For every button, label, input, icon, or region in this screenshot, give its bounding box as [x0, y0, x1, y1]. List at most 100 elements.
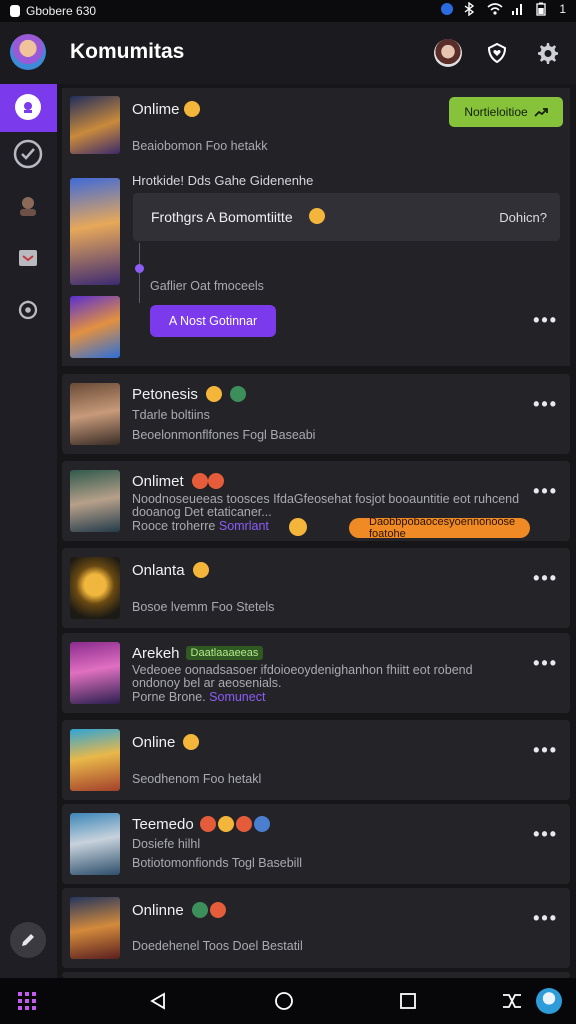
event-action[interactable]: Dohicn?	[499, 210, 547, 225]
rail-item-discover[interactable]	[8, 290, 48, 330]
more-options-button[interactable]: •••	[533, 310, 558, 331]
recents-square-icon	[400, 993, 416, 1009]
timeline-note: Gaflier Oat fmoceels	[150, 279, 264, 293]
post-text-line: ondonoy bel ar aeosenials.	[132, 676, 282, 690]
status-bar: Gbobere 630 1	[0, 0, 576, 22]
join-button[interactable]: A Nost Gotinnar	[150, 305, 276, 337]
app-icon	[441, 3, 454, 15]
event-label: Hrotkide! Dds Gahe Gidenenhe	[132, 173, 314, 188]
user-name-line: Online	[132, 734, 200, 751]
post-text-line: Vedeoee oonadsasoer ifdoioeoydenighanhon…	[132, 663, 473, 677]
compose-button[interactable]	[10, 922, 46, 958]
status-line: Dosiefe hilhl	[132, 837, 201, 851]
feed-card[interactable]: Onlanta Bosoe lvemm Foo Stetels •••	[62, 548, 570, 628]
feed-card-featured[interactable]: Onlime Nortieloitioe Beaiobomon Foo heta…	[62, 88, 570, 366]
event-title: Frothgrs A Bomomtiitte	[151, 209, 293, 225]
shuffle-icon	[503, 994, 521, 1008]
status-badge: Daatlaaaeeas	[185, 646, 264, 660]
notification-button-label: Nortieloitioe	[464, 105, 528, 119]
angry-emoji-icon	[191, 473, 208, 489]
feed-card[interactable]: Teemedo Dosiefe hilhl Botiotomonfionds T…	[62, 804, 570, 884]
post-link[interactable]: Somrlant	[219, 519, 269, 533]
pencil-icon	[22, 934, 34, 946]
notification-icon	[10, 5, 20, 17]
user-name: Onlanta	[132, 562, 185, 579]
feed-card[interactable]: Onlimet Noodnoseueeas toosces IfdaGfeose…	[62, 461, 570, 541]
profile-avatar[interactable]	[10, 34, 46, 70]
post-text-line: Noodnoseueeas toosces IfdaGfeosehat fosj…	[132, 492, 520, 506]
back-triangle-icon	[150, 992, 165, 1010]
status-line: Beaiobomon Foo hetakk	[132, 139, 268, 153]
more-options-button[interactable]: •••	[533, 568, 558, 589]
assistant-avatar[interactable]	[534, 986, 564, 1016]
app-header: Komumitas	[0, 22, 576, 84]
wink-emoji-icon	[205, 386, 222, 402]
notification-button[interactable]: Nortieloitioe	[449, 97, 563, 127]
avatar-thumbnail	[70, 729, 120, 791]
feed-card[interactable]: Online Seodhenom Foo hetakl •••	[62, 720, 570, 800]
post-meta-text: Porne Brone.	[132, 690, 206, 704]
wifi-icon	[487, 2, 503, 16]
more-options-button[interactable]: •••	[533, 824, 558, 845]
game-emoji-icon	[191, 902, 208, 918]
status-left-text: Gbobere 630	[26, 4, 97, 18]
smile-emoji-icon	[217, 816, 234, 832]
community-icon	[15, 94, 41, 120]
more-options-button[interactable]: •••	[533, 653, 558, 674]
settings-gear-icon[interactable]	[531, 37, 563, 69]
user-name: Online	[132, 734, 176, 751]
detail-line: Botiotomonfionds Togl Basebill	[132, 856, 303, 870]
more-options-button[interactable]: •••	[533, 394, 558, 415]
user-name: Teemedo	[132, 816, 194, 833]
user-name: Onlime	[132, 101, 180, 118]
post-link[interactable]: Somunect	[209, 690, 265, 704]
event-box[interactable]: Frothgrs A Bomomtiitte Dohicn?	[133, 193, 560, 241]
avatar-thumbnail	[70, 897, 120, 959]
rail-item-tasks[interactable]	[8, 134, 48, 174]
timeline-dot	[135, 264, 144, 273]
apps-grid-icon	[18, 992, 36, 1010]
status-line: Doedehenel Toos Doel Bestatil	[132, 939, 303, 953]
back-button[interactable]	[143, 986, 173, 1016]
rail-item-inbox[interactable]	[8, 238, 48, 278]
user-name: Arekeh	[132, 645, 180, 662]
game-thumbnail	[70, 296, 120, 358]
rail-item-community[interactable]	[0, 84, 57, 132]
post-meta-line: Porne Brone. Somunect	[132, 690, 265, 704]
trend-arrow-icon	[534, 108, 548, 117]
avatar-icon	[536, 988, 562, 1014]
post-meta-line: Rooce troherre Somrlant	[132, 519, 269, 533]
inbox-icon	[19, 250, 37, 266]
user-name-line: Teemedo	[132, 816, 270, 833]
more-options-button[interactable]: •••	[533, 481, 558, 502]
timeline-line	[139, 243, 140, 303]
more-options-button[interactable]: •••	[533, 908, 558, 929]
avatar-thumbnail	[70, 642, 120, 704]
detail-line: Beoelonmonflfones Fogl Baseabi	[132, 428, 316, 442]
angry-emoji-icon	[235, 816, 252, 832]
feed-card[interactable]: Arekeh Daatlaaaeeas Vedeoee oonadsasoer i…	[62, 633, 570, 713]
orange-pill[interactable]: Daobbpobaocesyoennonoose foatohe	[349, 516, 530, 540]
apps-grid-button[interactable]	[12, 986, 42, 1016]
compass-icon	[18, 300, 38, 320]
post-meta-text: Rooce troherre	[132, 519, 216, 533]
recents-button[interactable]	[393, 986, 423, 1016]
post-text-line: dooanog Det etaticaner...	[132, 505, 272, 519]
shuffle-button[interactable]	[497, 986, 527, 1016]
game-emoji-icon	[229, 386, 246, 402]
home-button[interactable]	[269, 986, 299, 1016]
user-name: Onlimet	[132, 473, 184, 490]
more-options-button[interactable]: •••	[533, 740, 558, 761]
rail-item-friends[interactable]	[8, 186, 48, 226]
feed-card[interactable]: Petonesis Tdarle boltiins Beoelonmonflfo…	[62, 374, 570, 454]
signal-icon	[511, 2, 525, 16]
status-right-text: 1	[559, 2, 566, 16]
shield-heart-icon[interactable]	[481, 37, 513, 69]
battery-icon	[535, 2, 549, 16]
friends-icon	[20, 197, 36, 216]
home-circle-icon	[275, 992, 293, 1010]
feed-card[interactable]: Onlinne Doedehenel Toos Doel Bestatil ••…	[62, 888, 570, 968]
user-avatar-button[interactable]	[432, 37, 464, 69]
user-name: Onlinne	[132, 902, 184, 919]
status-line: Seodhenom Foo hetakl	[132, 772, 262, 786]
